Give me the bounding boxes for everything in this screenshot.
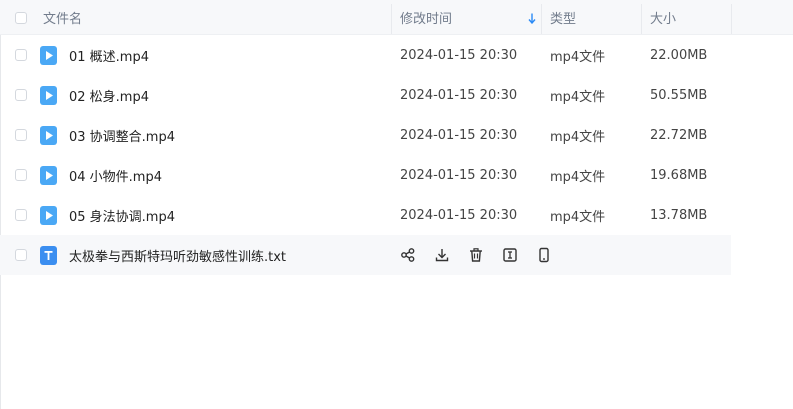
file-name[interactable]: 02 松身.mp4 <box>69 75 149 115</box>
row-checkbox[interactable] <box>15 129 27 141</box>
file-size: 22.00MB <box>650 47 708 63</box>
file-modified-time: 2024-01-15 20:30 <box>400 87 518 103</box>
table-row[interactable]: 02 松身.mp4 2024-01-15 20:30 mp4文件 50.55MB <box>0 75 793 115</box>
file-type: mp4文件 <box>550 129 606 145</box>
file-list-table: 文件名 修改时间 类型 大小 01 概述.mp4 2024-01-15 20:3… <box>0 0 793 275</box>
download-button[interactable] <box>434 247 450 263</box>
file-type: mp4文件 <box>550 89 606 105</box>
file-name[interactable]: 01 概述.mp4 <box>69 35 149 75</box>
file-size: 22.72MB <box>650 127 708 143</box>
column-header-size[interactable]: 大小 <box>650 0 676 34</box>
file-modified-time: 2024-01-15 20:30 <box>400 47 518 63</box>
rename-button[interactable] <box>502 247 518 263</box>
row-checkbox[interactable] <box>15 49 27 61</box>
rename-icon <box>503 248 517 262</box>
row-actions <box>400 235 552 275</box>
file-type: mp4文件 <box>550 169 606 185</box>
column-header-type[interactable]: 类型 <box>550 0 576 34</box>
phone-icon <box>539 247 549 263</box>
column-header-name[interactable]: 文件名 <box>43 0 82 34</box>
file-name[interactable]: 太极拳与西斯特玛听劲敏感性训练.txt <box>69 235 286 275</box>
column-separator <box>391 4 392 34</box>
column-separator <box>641 4 642 34</box>
video-file-icon <box>40 126 57 145</box>
share-icon <box>401 248 415 262</box>
column-header-type-label: 类型 <box>550 11 577 27</box>
table-row[interactable]: 05 身法协调.mp4 2024-01-15 20:30 mp4文件 13.78… <box>0 195 793 235</box>
video-file-icon <box>40 46 57 65</box>
delete-button[interactable] <box>468 247 484 263</box>
table-header: 文件名 修改时间 类型 大小 <box>0 0 793 35</box>
file-size: 13.78MB <box>650 207 708 223</box>
file-modified-time: 2024-01-15 20:30 <box>400 207 518 223</box>
share-button[interactable] <box>400 247 416 263</box>
row-checkbox[interactable] <box>15 169 27 181</box>
select-all-checkbox[interactable] <box>15 12 27 24</box>
table-row[interactable]: 01 概述.mp4 2024-01-15 20:30 mp4文件 22.00MB <box>0 35 793 75</box>
column-header-name-label: 文件名 <box>43 11 83 27</box>
send-to-phone-button[interactable] <box>536 247 552 263</box>
row-checkbox[interactable] <box>15 209 27 221</box>
column-separator <box>731 4 732 34</box>
column-header-time-label: 修改时间 <box>400 11 453 27</box>
file-name[interactable]: 04 小物件.mp4 <box>69 155 162 195</box>
sort-descending-icon[interactable] <box>528 13 536 24</box>
file-type: mp4文件 <box>550 49 606 65</box>
video-file-icon <box>40 206 57 225</box>
table-row[interactable]: 04 小物件.mp4 2024-01-15 20:30 mp4文件 19.68M… <box>0 155 793 195</box>
delete-icon <box>470 248 482 262</box>
table-row[interactable]: 太极拳与西斯特玛听劲敏感性训练.txt <box>0 235 731 275</box>
text-file-icon <box>40 246 57 265</box>
file-modified-time: 2024-01-15 20:30 <box>400 167 518 183</box>
row-checkbox[interactable] <box>15 249 27 261</box>
download-icon <box>435 249 449 262</box>
file-type: mp4文件 <box>550 209 606 225</box>
file-modified-time: 2024-01-15 20:30 <box>400 127 518 143</box>
video-file-icon <box>40 166 57 185</box>
file-name[interactable]: 03 协调整合.mp4 <box>69 115 175 155</box>
file-name[interactable]: 05 身法协调.mp4 <box>69 195 175 235</box>
table-row[interactable]: 03 协调整合.mp4 2024-01-15 20:30 mp4文件 22.72… <box>0 115 793 155</box>
column-separator <box>541 4 542 34</box>
column-header-size-label: 大小 <box>650 11 677 27</box>
file-size: 19.68MB <box>650 167 708 183</box>
column-header-time[interactable]: 修改时间 <box>400 0 452 34</box>
row-checkbox[interactable] <box>15 89 27 101</box>
video-file-icon <box>40 86 57 105</box>
file-size: 50.55MB <box>650 87 708 103</box>
